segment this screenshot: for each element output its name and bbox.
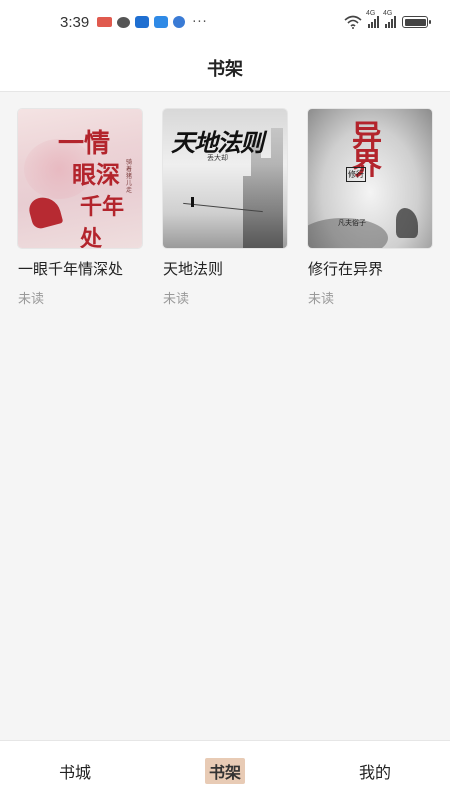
wifi-icon bbox=[344, 15, 362, 29]
cover-author: 骑着猪儿走 bbox=[126, 159, 133, 194]
blue-app-icon bbox=[135, 16, 150, 28]
cover-tag: 修行 bbox=[346, 167, 366, 182]
status-time: 3:39 bbox=[60, 13, 90, 31]
red-app-icon bbox=[97, 17, 113, 27]
book-item[interactable]: 一情 眼深 千年处 骑着猪儿走 一眼千年情深处 未读 bbox=[18, 109, 142, 307]
cover-author: 凡夫俗子 bbox=[338, 219, 366, 227]
nav-bookshelf-label: 书架 bbox=[204, 757, 245, 784]
globe-icon bbox=[173, 16, 186, 28]
nav-bookshelf[interactable]: 书架 bbox=[150, 757, 300, 784]
cover-figure bbox=[191, 197, 194, 207]
nav-bookstore-label: 书城 bbox=[58, 762, 91, 782]
nav-bookstore[interactable]: 书城 bbox=[0, 758, 150, 784]
read-status: 未读 bbox=[308, 292, 335, 307]
bottom-nav: 书城 书架 我的 bbox=[0, 740, 450, 800]
nav-profile[interactable]: 我的 bbox=[300, 758, 450, 784]
network-type-1: 4G bbox=[366, 10, 376, 17]
status-right: 4G 4G bbox=[344, 10, 431, 29]
cover-figure bbox=[396, 208, 418, 238]
book-title[interactable]: 天地法则 bbox=[163, 258, 287, 279]
read-status: 未读 bbox=[163, 292, 190, 307]
read-status: 未读 bbox=[18, 292, 45, 307]
nav-profile-label: 我的 bbox=[358, 762, 391, 782]
book-cover[interactable]: 天地法则 丢大却 bbox=[163, 109, 287, 248]
book-item[interactable]: 异界 修行 凡夫俗子 修行在异界 未读 bbox=[308, 109, 432, 307]
network-type-2: 4G bbox=[383, 10, 393, 17]
chat-icon bbox=[117, 16, 131, 28]
signal-icon-2: 4G bbox=[383, 10, 396, 28]
page-title: 书架 bbox=[207, 58, 243, 80]
blue-app-icon-2 bbox=[154, 16, 169, 28]
title-bar: 书架 bbox=[0, 44, 450, 92]
signal-icon: 4G bbox=[366, 10, 379, 28]
cover-figure bbox=[26, 193, 64, 231]
book-cover[interactable]: 一情 眼深 千年处 骑着猪儿走 bbox=[18, 109, 142, 248]
cover-title-line: 千年处 bbox=[80, 194, 125, 248]
cover-title-line: 眼深 bbox=[72, 160, 120, 189]
book-item[interactable]: 天地法则 丢大却 天地法则 未读 bbox=[163, 109, 287, 307]
bookshelf-grid: 一情 眼深 千年处 骑着猪儿走 一眼千年情深处 未读 天地法则 丢大却 天地法则… bbox=[0, 92, 450, 740]
status-bar: 3:39 ··· 4G 4G bbox=[0, 0, 450, 44]
cover-author: 丢大却 bbox=[207, 154, 228, 162]
battery-icon bbox=[402, 16, 431, 28]
more-notifications-icon: ··· bbox=[192, 14, 208, 30]
book-title[interactable]: 修行在异界 bbox=[308, 258, 432, 279]
book-title[interactable]: 一眼千年情深处 bbox=[18, 258, 142, 279]
book-cover[interactable]: 异界 修行 凡夫俗子 bbox=[308, 109, 432, 248]
notification-icons: ··· bbox=[97, 15, 207, 30]
